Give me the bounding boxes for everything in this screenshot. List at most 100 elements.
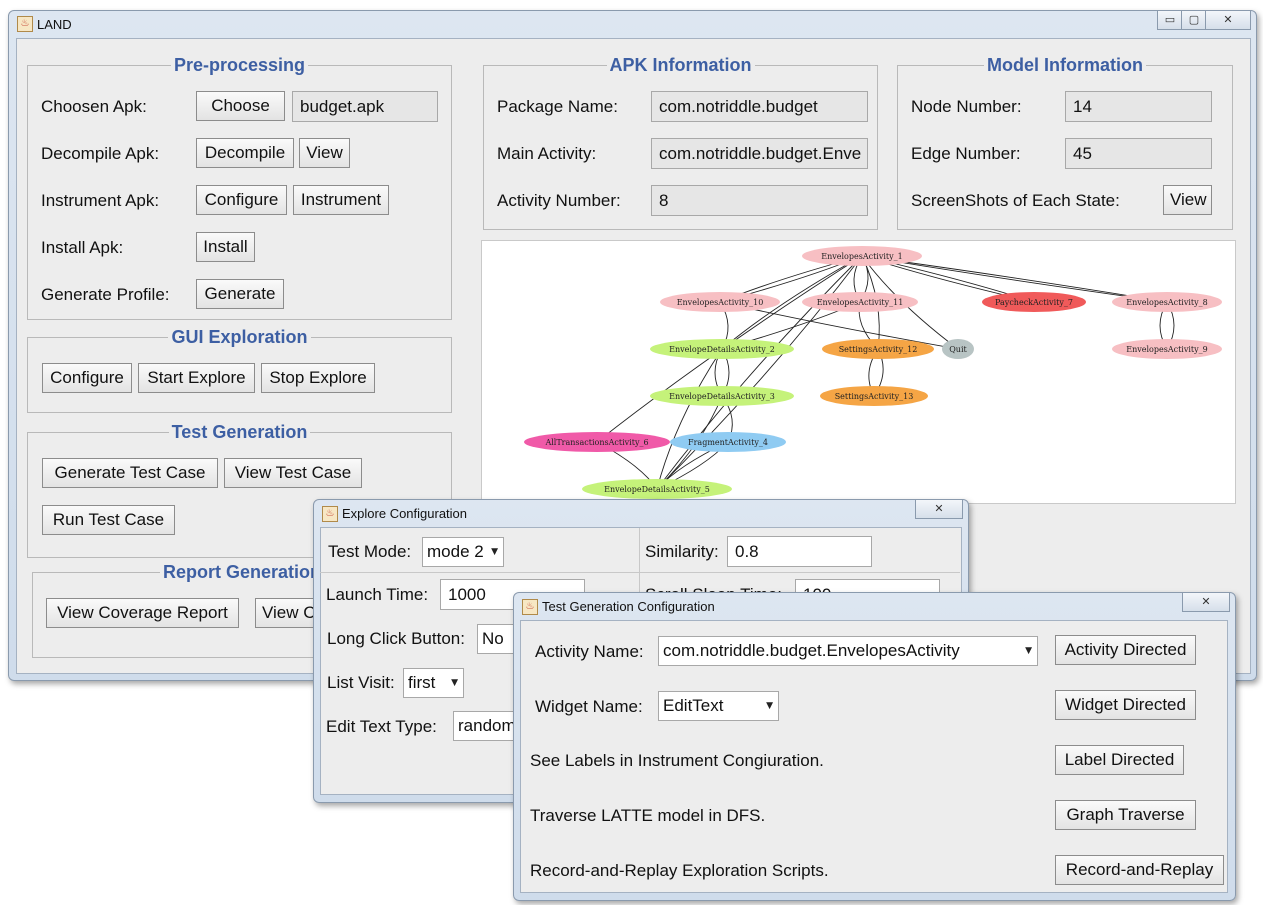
graph-node-label: EnvelopesActivity_9: [1126, 345, 1208, 354]
activity-name-label: Activity Name:: [535, 642, 644, 661]
graph-node[interactable]: PaycheckActivity_7: [982, 292, 1086, 312]
graph-node[interactable]: SettingsActivity_13: [820, 386, 928, 406]
graph-node-label: EnvelopesActivity_10: [677, 298, 764, 307]
generate-profile-label: Generate Profile:: [41, 285, 170, 304]
graph-node-label: SettingsActivity_13: [835, 392, 914, 401]
explore-config-vdivider: [639, 528, 640, 594]
graph-node[interactable]: EnvelopesActivity_9: [1112, 339, 1222, 359]
widget-name-label: Widget Name:: [535, 697, 643, 716]
record-description: Record-and-Replay Exploration Scripts.: [530, 861, 829, 880]
gui-exploration-legend: GUI Exploration: [168, 327, 311, 347]
graph-node[interactable]: EnvelopesActivity_10: [660, 292, 780, 312]
generate-test-case-button[interactable]: Generate Test Case: [42, 458, 218, 488]
decompile-view-button[interactable]: View: [299, 138, 350, 168]
graph-node-label: PaycheckActivity_7: [995, 298, 1073, 307]
graph-node-label: FragmentActivity_4: [688, 438, 768, 447]
graph-node[interactable]: EnvelopesActivity_1: [802, 246, 922, 266]
test-mode-label: Test Mode:: [328, 542, 412, 561]
graph-node-label: EnvelopesActivity_11: [817, 298, 904, 307]
node-number-field[interactable]: 14: [1065, 91, 1212, 122]
activity-number-field[interactable]: 8: [651, 185, 868, 216]
graph-node-label: EnvelopeDetailsActivity_3: [669, 392, 775, 401]
labels-description: See Labels in Instrument Congiuration.: [530, 751, 824, 770]
graph-node[interactable]: EnvelopesActivity_11: [802, 292, 918, 312]
decompile-apk-label: Decompile Apk:: [41, 144, 160, 163]
close-icon[interactable]: ✕: [915, 500, 963, 519]
activity-name-value: com.notriddle.budget.EnvelopesActivity: [663, 641, 960, 660]
similarity-label: Similarity:: [645, 542, 719, 561]
explore-config-titlebar[interactable]: ♨ Explore Configuration ✕: [314, 500, 968, 526]
install-button[interactable]: Install: [196, 232, 255, 262]
screenshots-view-button[interactable]: View: [1163, 185, 1212, 215]
explore-configure-button[interactable]: Configure: [42, 363, 132, 393]
view-coverage-report-button[interactable]: View Coverage Report: [46, 598, 239, 628]
start-explore-button[interactable]: Start Explore: [138, 363, 255, 393]
main-activity-field[interactable]: com.notriddle.budget.Enve: [651, 138, 868, 169]
chevron-down-icon: ▼: [451, 678, 458, 688]
graph-node-label: EnvelopeDetailsActivity_5: [604, 485, 710, 494]
test-gen-config-title: Test Generation Configuration: [542, 599, 715, 614]
graph-node[interactable]: EnvelopesActivity_8: [1112, 292, 1222, 312]
preprocessing-legend: Pre-processing: [170, 55, 309, 75]
apk-info-legend: APK Information: [606, 55, 755, 75]
graph-node-label: SettingsActivity_12: [839, 345, 918, 354]
decompile-button[interactable]: Decompile: [196, 138, 294, 168]
graph-node[interactable]: AllTransactionsActivity_6: [524, 432, 670, 452]
main-activity-label: Main Activity:: [497, 144, 597, 163]
graph-node[interactable]: Quit: [942, 339, 974, 359]
main-titlebar[interactable]: ♨ LAND ▭ ▢ ✕: [9, 11, 1256, 37]
widget-name-value: EditText: [663, 696, 724, 715]
graph-node-label: EnvelopesActivity_8: [1126, 298, 1208, 307]
maximize-icon[interactable]: ▢: [1181, 11, 1207, 30]
report-generation-legend: Report Generation: [159, 562, 325, 582]
window-title: LAND: [37, 17, 72, 32]
model-graph: EnvelopesActivity_1 EnvelopesActivity_10 E…: [524, 246, 1222, 499]
run-test-case-button[interactable]: Run Test Case: [42, 505, 175, 535]
graph-node-label: Quit: [949, 345, 967, 354]
activity-name-select[interactable]: com.notriddle.budget.EnvelopesActivity ▼: [658, 636, 1038, 666]
edge-number-field[interactable]: 45: [1065, 138, 1212, 169]
java-cup-icon: ♨: [17, 16, 33, 32]
model-graph-view[interactable]: EnvelopesActivity_1 EnvelopesActivity_10 E…: [481, 240, 1236, 504]
graph-node[interactable]: EnvelopeDetailsActivity_2: [650, 339, 794, 359]
close-icon[interactable]: ✕: [1182, 593, 1230, 612]
activity-directed-button[interactable]: Activity Directed: [1055, 635, 1196, 665]
label-directed-button[interactable]: Label Directed: [1055, 745, 1184, 775]
screenshots-label: ScreenShots of Each State:: [911, 191, 1120, 210]
install-apk-label: Install Apk:: [41, 238, 124, 257]
widget-name-select[interactable]: EditText ▼: [658, 691, 779, 721]
generate-profile-button[interactable]: Generate: [196, 279, 284, 309]
instrument-configure-button[interactable]: Configure: [196, 185, 287, 215]
test-mode-select[interactable]: mode 2 ▼: [422, 537, 504, 567]
graph-traverse-button[interactable]: Graph Traverse: [1055, 800, 1196, 830]
model-info-legend: Model Information: [984, 55, 1146, 75]
list-visit-label: List Visit:: [327, 673, 395, 692]
instrument-button[interactable]: Instrument: [293, 185, 389, 215]
graph-node[interactable]: FragmentActivity_4: [670, 432, 786, 452]
choose-button[interactable]: Choose: [196, 91, 285, 121]
node-number-label: Node Number:: [911, 97, 1022, 116]
test-mode-value: mode 2: [427, 542, 484, 561]
package-name-field[interactable]: com.notriddle.budget: [651, 91, 868, 122]
close-icon[interactable]: ✕: [1205, 11, 1251, 30]
stop-explore-button[interactable]: Stop Explore: [261, 363, 375, 393]
graph-node-label: EnvelopesActivity_1: [821, 252, 903, 261]
java-cup-icon: ♨: [322, 506, 338, 522]
record-and-replay-button[interactable]: Record-and-Replay: [1055, 855, 1224, 885]
apk-file-field[interactable]: budget.apk: [292, 91, 438, 122]
java-cup-icon: ♨: [522, 599, 538, 615]
similarity-field[interactable]: 0.8: [727, 536, 872, 567]
test-gen-config-titlebar[interactable]: ♨ Test Generation Configuration ✕: [514, 593, 1235, 619]
edit-text-type-label: Edit Text Type:: [326, 717, 437, 736]
graph-node[interactable]: EnvelopeDetailsActivity_5: [582, 479, 732, 499]
long-click-label: Long Click Button:: [327, 629, 465, 648]
graph-node[interactable]: EnvelopeDetailsActivity_3: [650, 386, 794, 406]
chevron-down-icon: ▼: [1025, 646, 1032, 656]
widget-directed-button[interactable]: Widget Directed: [1055, 690, 1196, 720]
list-visit-select[interactable]: first ▼: [403, 668, 464, 698]
graph-node-label: EnvelopeDetailsActivity_2: [669, 345, 775, 354]
view-test-case-button[interactable]: View Test Case: [224, 458, 362, 488]
minimize-icon[interactable]: ▭: [1157, 11, 1183, 30]
graph-node[interactable]: SettingsActivity_12: [822, 339, 934, 359]
chosen-apk-label: Choosen Apk:: [41, 97, 147, 116]
